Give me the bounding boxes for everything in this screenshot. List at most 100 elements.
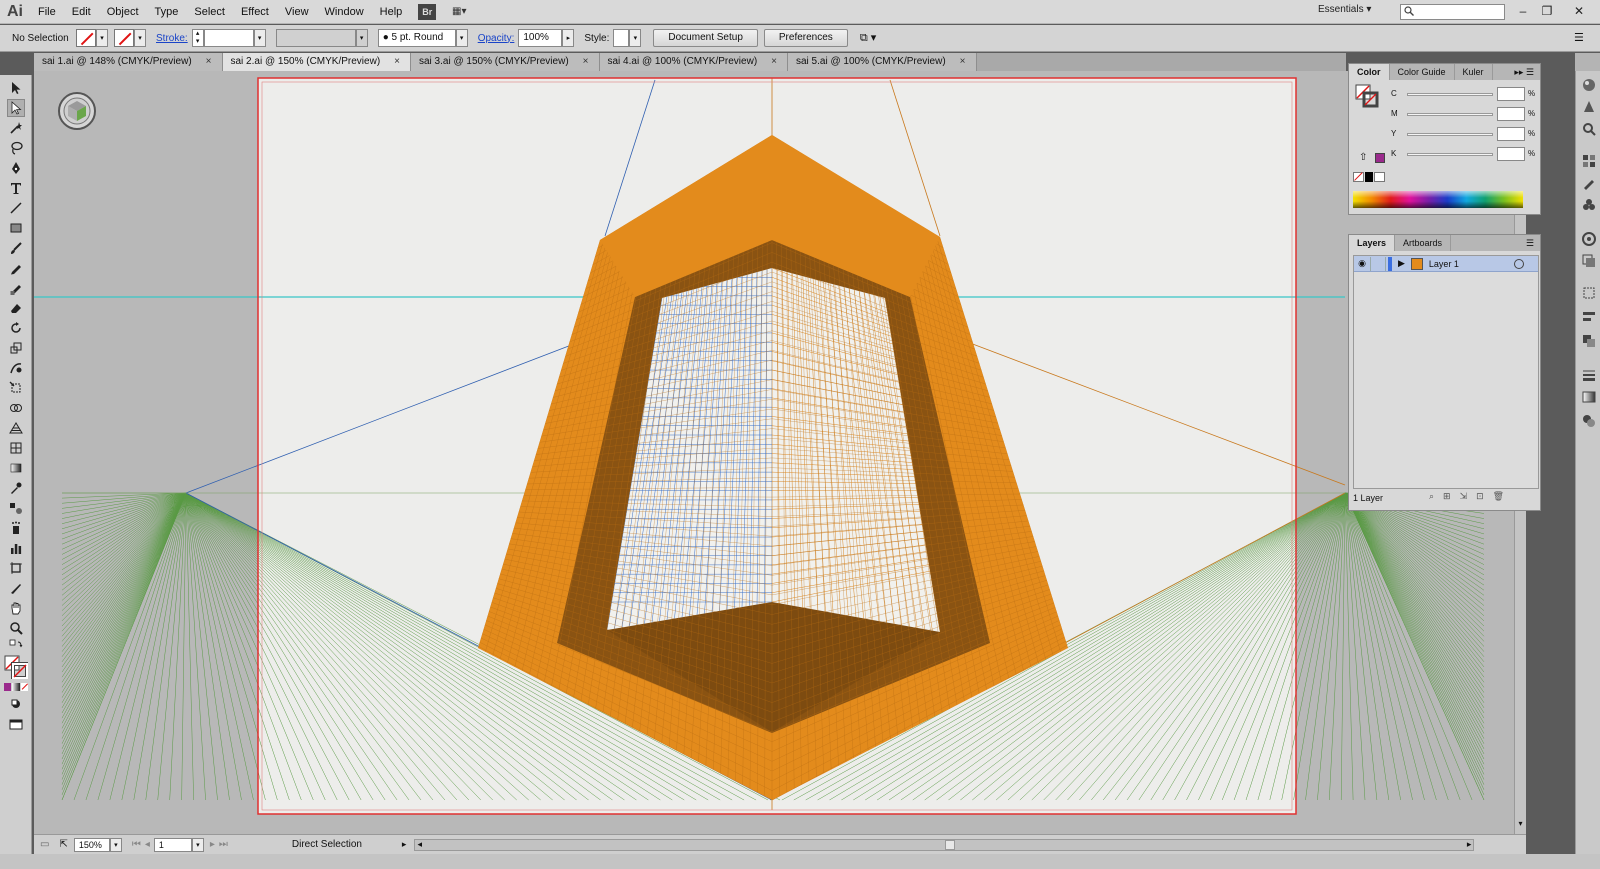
opacity-label[interactable]: Opacity: xyxy=(478,33,515,44)
close-tab-icon[interactable]: × xyxy=(771,53,777,71)
yellow-field[interactable] xyxy=(1497,127,1525,141)
mesh-tool-icon[interactable] xyxy=(7,439,25,457)
brushes-icon[interactable] xyxy=(1581,175,1597,191)
horizontal-scrollbar[interactable]: ◂ ▸ xyxy=(414,838,1475,851)
menu-help[interactable]: Help xyxy=(372,0,411,24)
search-input[interactable] xyxy=(1400,4,1505,20)
draw-mode-icon[interactable] xyxy=(7,695,25,713)
artwork-canvas[interactable] xyxy=(34,71,1514,834)
menu-file[interactable]: File xyxy=(30,0,64,24)
layer-name[interactable]: Layer 1 xyxy=(1429,259,1514,269)
layers-panel-menu-icon[interactable]: ☰ xyxy=(1526,235,1540,251)
color-mode-buttons[interactable] xyxy=(4,683,28,691)
gamut-color-swatch[interactable] xyxy=(1375,153,1385,163)
swap-fill-stroke-icon[interactable] xyxy=(7,637,25,655)
share-icon[interactable]: ⇱ xyxy=(59,839,67,850)
out-of-gamut-icon[interactable]: ⇧ xyxy=(1359,152,1367,163)
scroll-right-arrow[interactable]: ▸ xyxy=(1467,839,1472,850)
artboard-prev-buttons[interactable]: ⏮◂ xyxy=(132,839,154,850)
pathfinder-icon[interactable] xyxy=(1581,333,1597,349)
color-spectrum[interactable] xyxy=(1353,191,1523,208)
direct-selection-tool-icon[interactable] xyxy=(7,99,25,117)
paintbrush-tool-icon[interactable] xyxy=(7,239,25,257)
stroke-weight-dropdown[interactable]: ▾ xyxy=(253,29,266,47)
preferences-button[interactable]: Preferences xyxy=(763,29,848,47)
menu-type[interactable]: Type xyxy=(147,0,187,24)
artboard-tool-icon[interactable] xyxy=(7,559,25,577)
fill-swatch[interactable] xyxy=(76,29,96,47)
magic-wand-tool-icon[interactable] xyxy=(7,119,25,137)
close-tab-icon[interactable]: × xyxy=(206,53,212,71)
brush-definition[interactable]: ● 5 pt. Round xyxy=(377,29,456,47)
variable-width-profile[interactable] xyxy=(275,29,356,47)
document-tab-active[interactable]: sai 2.ai @ 150% (CMYK/Preview) × xyxy=(222,53,411,71)
plane-switching-widget-icon[interactable] xyxy=(58,92,96,130)
close-button[interactable]: ✕ xyxy=(1568,2,1590,20)
close-tab-icon[interactable]: × xyxy=(394,53,400,71)
tab-layers[interactable]: Layers xyxy=(1349,235,1396,251)
arrange-icon[interactable]: ⧉ ▾ xyxy=(860,31,876,45)
line-tool-icon[interactable] xyxy=(7,199,25,217)
document-setup-button[interactable]: Document Setup xyxy=(653,29,758,47)
profile-dropdown[interactable]: ▾ xyxy=(355,29,368,47)
bridge-button[interactable]: Br xyxy=(418,3,437,20)
menu-window[interactable]: Window xyxy=(317,0,372,24)
align-icon[interactable] xyxy=(1581,309,1597,325)
lock-toggle[interactable] xyxy=(1370,256,1386,271)
tab-color[interactable]: Color xyxy=(1349,64,1390,80)
magenta-slider[interactable] xyxy=(1407,113,1493,116)
arrange-documents-button[interactable]: ▦▾ xyxy=(446,4,472,20)
menu-object[interactable]: Object xyxy=(99,0,147,24)
symbol-sprayer-tool-icon[interactable] xyxy=(7,519,25,537)
pencil-tool-icon[interactable] xyxy=(7,259,25,277)
eraser-tool-icon[interactable] xyxy=(7,299,25,317)
panel-options-icon[interactable]: ▸▸ ☰ xyxy=(1514,64,1540,80)
none-black-white-swatches[interactable] xyxy=(1353,172,1386,182)
close-tab-icon[interactable]: × xyxy=(960,53,966,71)
blob-brush-tool-icon[interactable] xyxy=(7,279,25,297)
brush-dropdown[interactable]: ▾ xyxy=(455,29,468,47)
fill-dropdown[interactable]: ▾ xyxy=(96,29,108,47)
pen-tool-icon[interactable] xyxy=(7,159,25,177)
eyedropper-tool-icon[interactable] xyxy=(7,479,25,497)
transparency-icon[interactable] xyxy=(1581,253,1597,269)
swatches-icon[interactable] xyxy=(1581,153,1597,169)
cyan-slider[interactable] xyxy=(1407,93,1493,96)
transform-icon[interactable] xyxy=(1581,285,1597,301)
screen-mode-icon[interactable] xyxy=(7,715,25,733)
current-tool-status[interactable]: Direct Selection xyxy=(292,839,402,850)
expand-layer-arrow[interactable]: ▶ xyxy=(1398,258,1405,269)
black-slider[interactable] xyxy=(1407,153,1493,156)
canvas-area[interactable] xyxy=(34,71,1514,834)
stroke-stepper[interactable]: ▴ ▾ xyxy=(191,29,204,47)
stroke-swatch-dropdown[interactable]: ▾ xyxy=(134,29,146,47)
lasso-tool-icon[interactable] xyxy=(7,139,25,157)
yellow-slider[interactable] xyxy=(1407,133,1493,136)
opacity-field[interactable]: 100% xyxy=(518,29,563,47)
panel-menu-icon[interactable]: ☰ xyxy=(1574,31,1584,44)
target-circle-icon[interactable] xyxy=(1514,258,1524,269)
zoom-dropdown[interactable]: ▾ xyxy=(109,837,122,852)
artboard-number-field[interactable]: 1 xyxy=(153,837,192,852)
color-guide-icon[interactable] xyxy=(1581,99,1597,115)
minimize-button[interactable]: – xyxy=(1512,2,1534,20)
scroll-down-arrow[interactable]: ▾ xyxy=(1516,819,1525,828)
menu-select[interactable]: Select xyxy=(186,0,233,24)
status-menu-arrow[interactable]: ▸ xyxy=(402,839,407,850)
shape-builder-tool-icon[interactable] xyxy=(7,399,25,417)
opacity-dropdown[interactable]: ▸ xyxy=(562,29,575,47)
document-tab[interactable]: sai 3.ai @ 150% (CMYK/Preview) × xyxy=(411,53,600,71)
menu-view[interactable]: View xyxy=(277,0,317,24)
stroke-label[interactable]: Stroke: xyxy=(156,33,188,44)
visibility-eye-icon[interactable]: ◉ xyxy=(1354,258,1370,269)
document-tab[interactable]: sai 4.ai @ 100% (CMYK/Preview) × xyxy=(599,53,788,71)
zoom-tool-icon[interactable] xyxy=(7,619,25,637)
rectangle-tool-icon[interactable] xyxy=(7,219,25,237)
scroll-left-arrow[interactable]: ◂ xyxy=(417,839,422,850)
stroke-weight-icon[interactable] xyxy=(1581,367,1597,383)
slice-tool-icon[interactable] xyxy=(7,579,25,597)
zoom-field[interactable]: 150% xyxy=(73,837,110,852)
close-tab-icon[interactable]: × xyxy=(583,53,589,71)
scrollbar-thumb[interactable] xyxy=(945,839,956,850)
layer-row[interactable]: ◉ ▶ Layer 1 xyxy=(1354,256,1538,272)
